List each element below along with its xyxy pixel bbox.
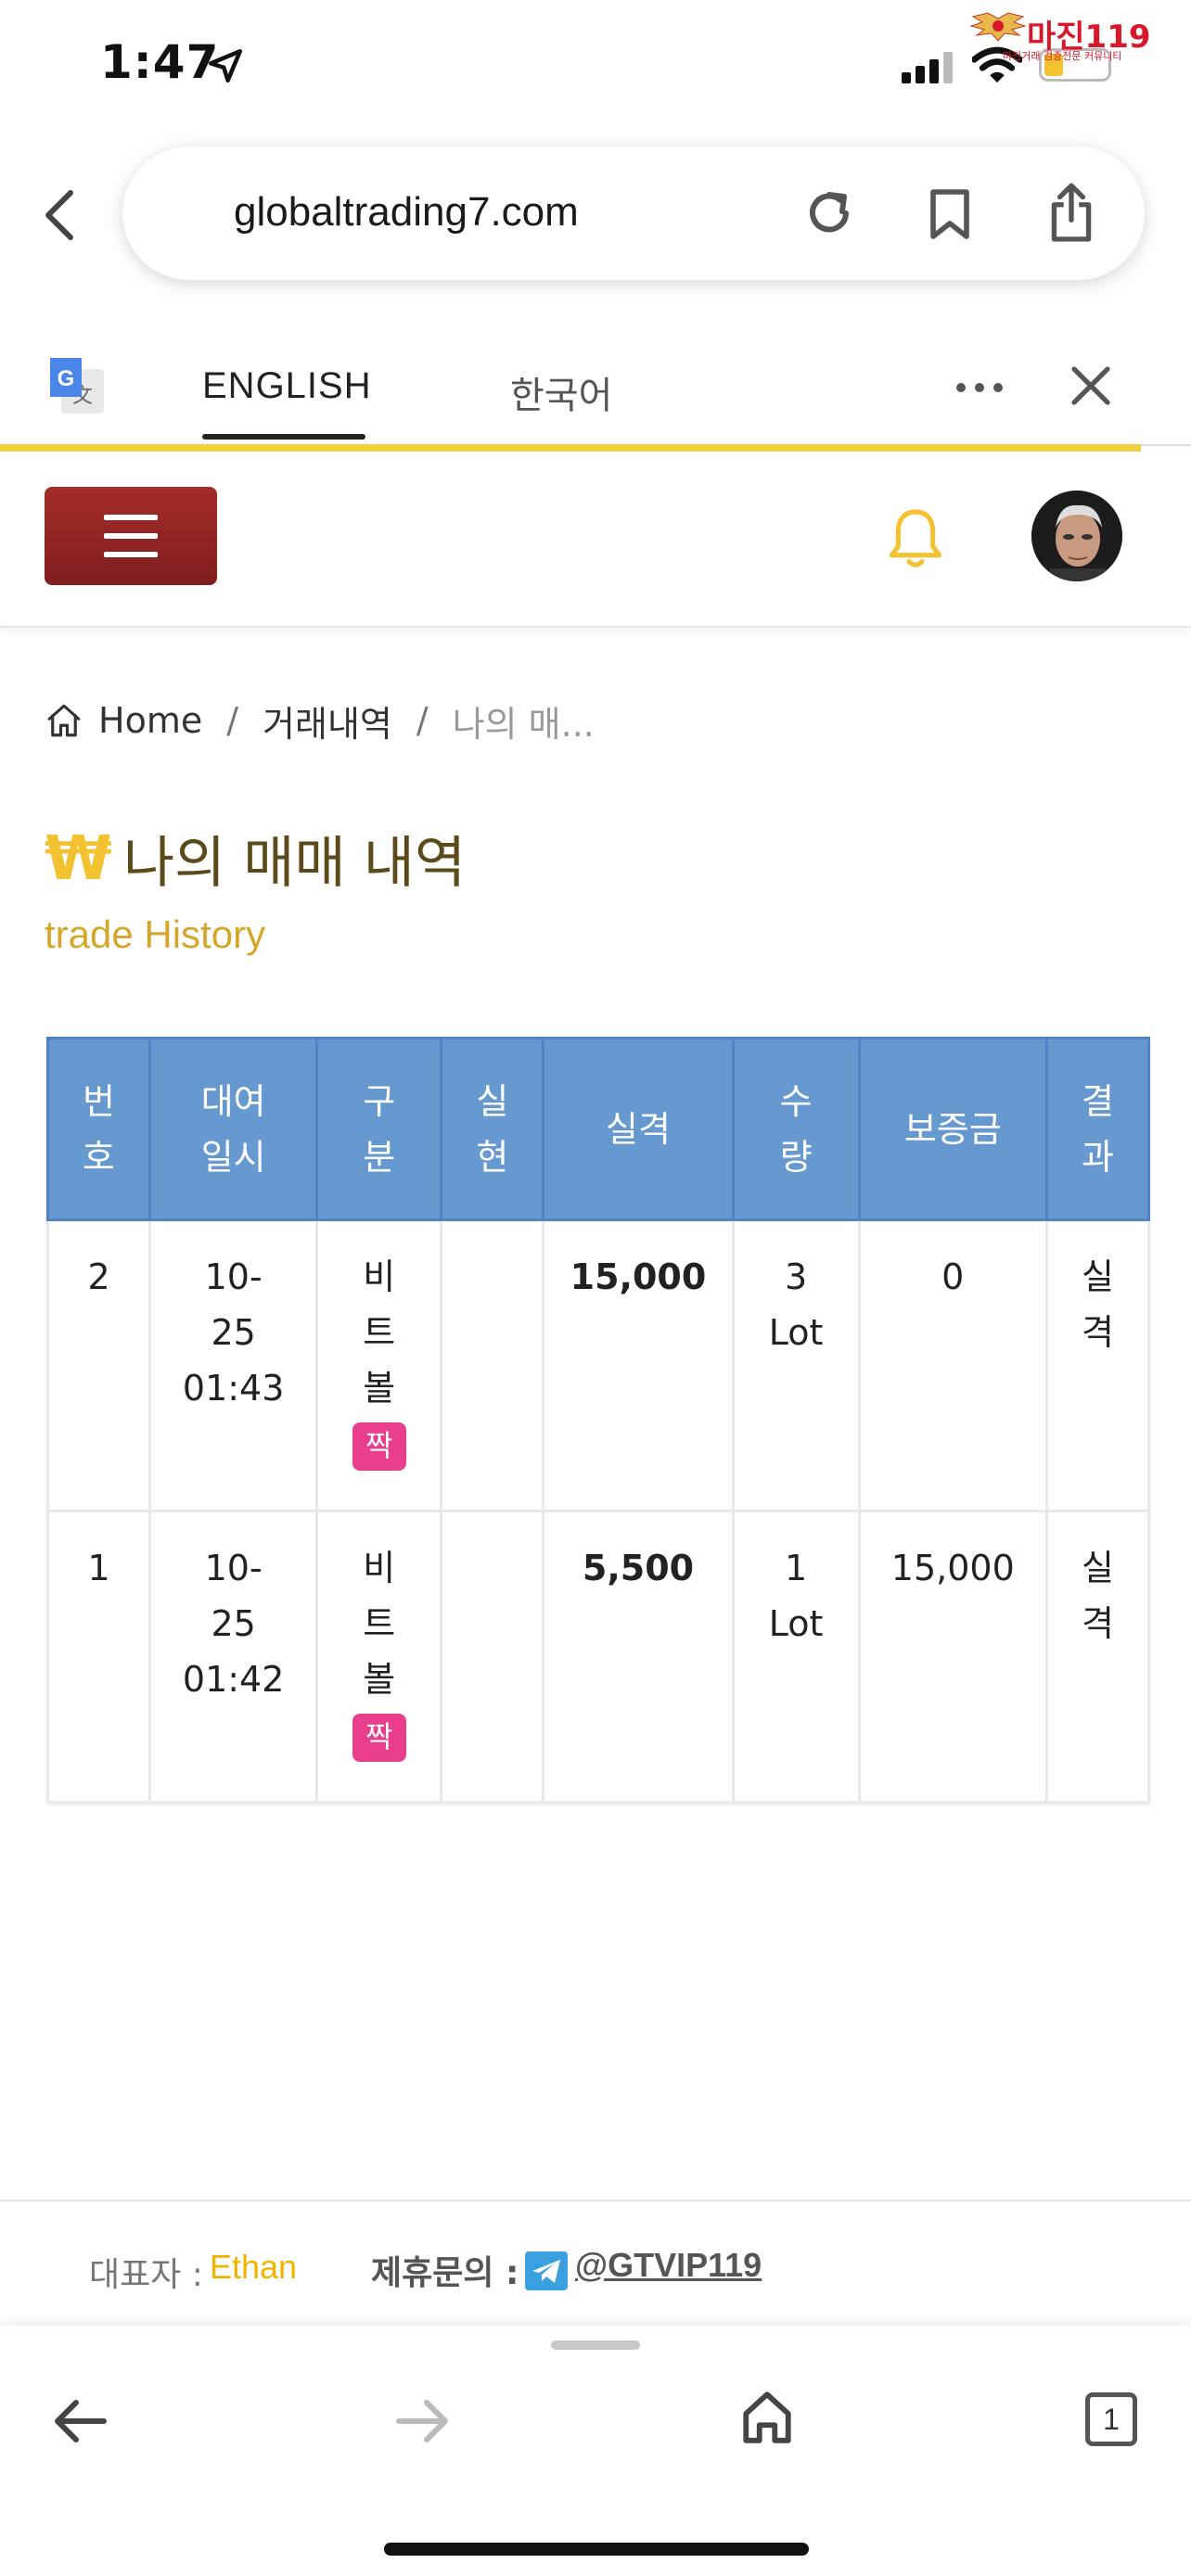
share-icon[interactable] [1048,182,1095,243]
type-label: 비 트 볼 [363,1548,396,1700]
cell-type: 비 트 볼 짝 [315,1510,443,1804]
breadcrumb-trade-history[interactable]: 거래내역 [263,695,392,746]
won-currency-icon: ₩ [45,822,112,894]
partnership-label: 제휴문의 : [371,2254,519,2292]
cell-no: 2 [45,1218,152,1512]
tab-english[interactable]: ENGLISH [202,365,372,407]
location-arrow-icon [208,48,243,83]
telegram-contact-link[interactable]: @GTVIP119 [575,2246,762,2285]
representative-label: 대표자 : [89,2256,203,2294]
header-result: 결 과 [1044,1037,1151,1221]
cell-type: 비 트 볼 짝 [315,1218,443,1512]
svg-text:G: G [58,366,75,391]
watermark-logo: 마진119 마진거래 검증전문 커뮤니티 [969,7,1183,63]
page-subtitle: trade History [45,912,266,956]
translate-bar-accent-line [0,444,1141,452]
forward-arrow-icon[interactable] [395,2398,451,2444]
cell-deposit: 15,000 [857,1510,1048,1804]
browser-bottom-toolbar: 1 [0,2326,1191,2576]
watermark-subtitle: 마진거래 검증전문 커뮤니티 [1003,50,1122,62]
representative-name: Ethan [210,2248,298,2286]
hamburger-menu-button[interactable] [45,487,217,585]
cell-qty: 3 Lot [731,1218,861,1512]
cell-result: 실 격 [1044,1510,1151,1804]
cell-realized [440,1510,545,1804]
close-icon[interactable] [1069,363,1113,408]
page-title: ₩ 나의 매매 내역 [45,818,466,899]
cell-qty: 1 Lot [731,1510,861,1804]
home-icon[interactable] [45,701,83,740]
wings-emblem-icon [969,12,1027,42]
cell-price: 15,000 [542,1218,735,1512]
home-icon[interactable] [740,2389,794,2446]
cell-datetime: 10- 25 01:42 [148,1510,319,1804]
google-translate-icon: 文 G [50,358,104,414]
cell-datetime: 10- 25 01:43 [148,1218,319,1512]
status-time: 1:47 [100,35,220,89]
breadcrumb-home[interactable]: Home [98,700,202,741]
site-footer: 대표자 : Ethan 제휴문의 : @GTVIP119 [0,2200,1191,2326]
more-options-icon[interactable] [954,378,1005,397]
cell-result: 실 격 [1044,1218,1151,1512]
reload-icon[interactable] [803,187,855,239]
tab-korean[interactable]: 한국어 [510,365,612,419]
cell-realized [440,1218,545,1512]
cell-no: 1 [45,1510,152,1804]
bookmark-icon[interactable] [928,187,972,241]
notification-bell-icon[interactable] [887,505,944,570]
header-no: 번 호 [45,1037,152,1221]
cell-deposit: 0 [857,1218,1048,1512]
address-bar[interactable]: globaltrading7.com [122,147,1145,280]
header-qty: 수 량 [731,1037,861,1221]
translate-bar-divider [1141,444,1191,446]
type-label: 비 트 볼 [363,1256,396,1409]
table-row: 2 10- 25 01:43 비 트 볼 짝 15,000 3 Lot 0 실 … [45,1218,1151,1512]
translate-bar: 文 G ENGLISH 한국어 [0,343,1191,445]
site-header [0,452,1191,628]
telegram-icon[interactable] [525,2251,568,2290]
home-indicator [384,2543,809,2556]
header-datetime: 대여 일시 [148,1037,319,1221]
breadcrumb-current: 나의 매... [452,703,595,745]
header-realized: 실 현 [440,1037,545,1221]
trade-history-table: 번 호 대여 일시 구 분 실 현 실격 수 량 보증금 결 과 2 10- 2… [45,1037,1151,1804]
back-arrow-icon[interactable] [52,2398,108,2444]
breadcrumb-separator: / [226,700,239,741]
header-deposit: 보증금 [857,1037,1048,1221]
status-bar: 1:47 마진119 마진거래 검증전문 커뮤니티 [0,0,1191,130]
cell-price: 5,500 [542,1510,735,1804]
header-price: 실격 [542,1037,735,1221]
page-title-text: 나의 매매 내역 [122,831,467,896]
sheet-grabber[interactable] [551,2340,640,2350]
breadcrumb: Home / 거래내역 / 나의 매... [45,695,595,746]
browser-back-chevron-icon[interactable] [41,189,78,241]
url-text[interactable]: globaltrading7.com [234,189,579,236]
type-badge: 짝 [352,1422,406,1471]
type-badge: 짝 [352,1714,406,1762]
table-header-row: 번 호 대여 일시 구 분 실 현 실격 수 량 보증금 결 과 [45,1037,1151,1221]
table-row: 1 10- 25 01:42 비 트 볼 짝 5,500 1 Lot 15,00… [45,1510,1151,1804]
tab-active-indicator [202,434,365,440]
header-type: 구 분 [315,1037,443,1221]
user-avatar[interactable] [1031,491,1122,581]
breadcrumb-separator: / [416,700,429,741]
avatar-photo-icon [1031,491,1122,581]
cellular-signal-icon [902,52,953,83]
tab-switcher-button[interactable]: 1 [1085,2392,1137,2446]
